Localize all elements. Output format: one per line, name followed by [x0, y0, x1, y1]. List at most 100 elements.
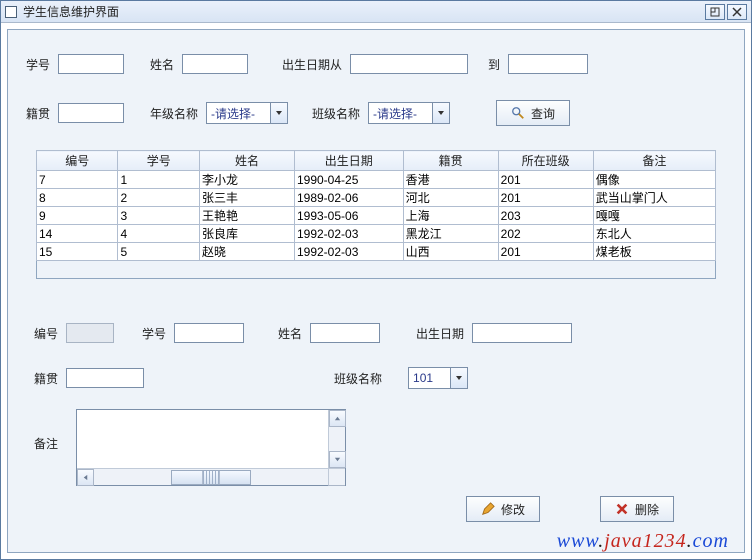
detail-class-value[interactable] [408, 367, 450, 389]
table-cell: 上海 [403, 207, 498, 225]
table-cell: 7 [37, 171, 118, 189]
table-cell: 河北 [403, 189, 498, 207]
query-button-label: 查询 [531, 105, 555, 122]
detail-native-input[interactable] [66, 368, 144, 388]
watermark: www.java1234.com [557, 530, 729, 553]
detail-birth-input[interactable] [472, 323, 572, 343]
query-button[interactable]: 查询 [496, 100, 570, 126]
table-cell: 张良库 [199, 225, 294, 243]
table-cell: 14 [37, 225, 118, 243]
table-cell: 1 [118, 171, 199, 189]
label-name-d: 姓名 [278, 325, 302, 342]
table-cell: 香港 [403, 171, 498, 189]
th-id: 编号 [37, 151, 118, 171]
label-native-d: 籍贯 [34, 370, 58, 387]
delete-button[interactable]: 删除 [600, 496, 674, 522]
table-row[interactable]: 71李小龙1990-04-25香港201偶像 [37, 171, 716, 189]
table-cell: 4 [118, 225, 199, 243]
search-student-no-input[interactable] [58, 54, 124, 74]
scrollbar-vertical[interactable] [328, 410, 345, 468]
table-cell: 1993-05-06 [294, 207, 403, 225]
table-cell: 1989-02-06 [294, 189, 403, 207]
window-icon [5, 6, 17, 18]
window: 学生信息维护界面 学号 姓名 出生日期从 到 籍贯 年级名称 [0, 0, 752, 560]
table-cell: 嘎嘎 [593, 207, 715, 225]
delete-button-label: 删除 [635, 501, 659, 518]
action-buttons: 修改 删除 [466, 496, 674, 522]
grade-select[interactable] [206, 102, 288, 124]
table-cell: 赵晓 [199, 243, 294, 261]
table-footer [36, 261, 716, 279]
scroll-up-icon[interactable] [329, 410, 346, 427]
table-cell: 8 [37, 189, 118, 207]
table-cell: 201 [498, 171, 593, 189]
scroll-down-icon[interactable] [329, 451, 346, 468]
results-table[interactable]: 编号 学号 姓名 出生日期 籍贯 所在班级 备注 71李小龙1990-04-25… [36, 150, 716, 261]
table-cell: 5 [118, 243, 199, 261]
close-button[interactable] [727, 4, 747, 20]
label-student-no: 学号 [26, 56, 50, 73]
chevron-down-icon[interactable] [432, 102, 450, 124]
table-cell: 偶像 [593, 171, 715, 189]
table-row[interactable]: 93王艳艳1993-05-06上海203嘎嘎 [37, 207, 716, 225]
table-cell: 李小龙 [199, 171, 294, 189]
results-table-wrap: 编号 学号 姓名 出生日期 籍贯 所在班级 备注 71李小龙1990-04-25… [36, 150, 716, 279]
titlebar: 学生信息维护界面 [1, 1, 751, 23]
modify-button[interactable]: 修改 [466, 496, 540, 522]
detail-row-1: 编号 学号 姓名 出生日期 [8, 323, 744, 343]
chevron-down-icon[interactable] [270, 102, 288, 124]
detail-class-select[interactable] [408, 367, 468, 389]
chevron-down-icon[interactable] [450, 367, 468, 389]
table-cell: 王艳艳 [199, 207, 294, 225]
label-native-place: 籍贯 [26, 105, 50, 122]
th-birth: 出生日期 [294, 151, 403, 171]
table-cell: 201 [498, 189, 593, 207]
table-cell: 15 [37, 243, 118, 261]
th-name: 姓名 [199, 151, 294, 171]
table-cell: 张三丰 [199, 189, 294, 207]
remark-textarea[interactable] [76, 409, 346, 486]
scrollbar-horizontal[interactable] [77, 468, 345, 485]
table-cell: 202 [498, 225, 593, 243]
table-cell: 1992-02-03 [294, 243, 403, 261]
table-row[interactable]: 155赵晓1992-02-03山西201煤老板 [37, 243, 716, 261]
search-native-place-input[interactable] [58, 103, 124, 123]
table-header-row: 编号 学号 姓名 出生日期 籍贯 所在班级 备注 [37, 151, 716, 171]
label-remark: 备注 [34, 435, 58, 452]
class-select[interactable] [368, 102, 450, 124]
table-row[interactable]: 82张三丰1989-02-06河北201武当山掌门人 [37, 189, 716, 207]
modify-button-label: 修改 [501, 501, 525, 518]
table-cell: 武当山掌门人 [593, 189, 715, 207]
label-birth-d: 出生日期 [416, 325, 464, 342]
remark-row: 备注 [8, 409, 744, 486]
search-row-1: 学号 姓名 出生日期从 到 [8, 54, 744, 74]
scroll-left-icon[interactable] [77, 469, 94, 486]
label-birth-to: 到 [488, 56, 500, 73]
search-row-2: 籍贯 年级名称 班级名称 查询 [8, 100, 744, 126]
maximize-button[interactable] [705, 4, 725, 20]
th-native: 籍贯 [403, 151, 498, 171]
search-birth-from-input[interactable] [350, 54, 468, 74]
window-title: 学生信息维护界面 [23, 3, 703, 20]
pencil-icon [481, 502, 495, 516]
content-panel: 学号 姓名 出生日期从 到 籍贯 年级名称 班级名称 [7, 29, 745, 553]
search-name-input[interactable] [182, 54, 248, 74]
scroll-corner [328, 468, 345, 485]
table-cell: 山西 [403, 243, 498, 261]
delete-icon [615, 502, 629, 516]
detail-name-input[interactable] [310, 323, 380, 343]
search-icon [511, 106, 525, 120]
label-name: 姓名 [150, 56, 174, 73]
table-cell: 黑龙江 [403, 225, 498, 243]
label-class-name: 班级名称 [312, 105, 360, 122]
search-birth-to-input[interactable] [508, 54, 588, 74]
th-student-no: 学号 [118, 151, 199, 171]
table-cell: 1992-02-03 [294, 225, 403, 243]
grade-select-value[interactable] [206, 102, 270, 124]
scroll-thumb[interactable] [171, 470, 251, 485]
class-select-value[interactable] [368, 102, 432, 124]
label-birth-from: 出生日期从 [282, 56, 342, 73]
table-row[interactable]: 144张良库1992-02-03黑龙江202东北人 [37, 225, 716, 243]
detail-student-no-input[interactable] [174, 323, 244, 343]
table-cell: 煤老板 [593, 243, 715, 261]
